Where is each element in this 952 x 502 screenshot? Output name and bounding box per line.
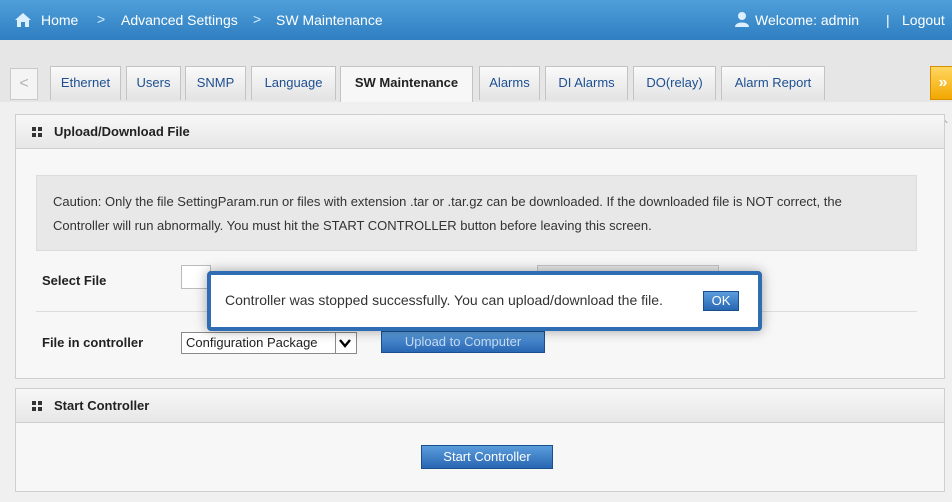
file-type-select-value: Configuration Package <box>186 335 318 350</box>
breadcrumb-sw-maintenance: SW Maintenance <box>276 12 383 28</box>
home-icon[interactable] <box>14 12 32 28</box>
tab-scroll-right-button[interactable]: » <box>930 66 952 100</box>
tab-users[interactable]: Users <box>126 66 181 100</box>
panel-title: Start Controller <box>54 398 150 413</box>
logout-link[interactable]: Logout <box>902 12 945 28</box>
breadcrumb-home[interactable]: Home <box>41 12 78 28</box>
file-in-controller-label: File in controller <box>42 335 144 350</box>
tab-scroll-left-button[interactable]: < <box>10 68 38 100</box>
tab-bar: < Ethernet Users SNMP Language SW Mainte… <box>0 40 952 102</box>
grid-icon <box>32 127 42 137</box>
grid-icon <box>32 401 42 411</box>
caution-message: Caution: Only the file SettingParam.run … <box>36 175 917 251</box>
chevron-down-icon[interactable] <box>335 333 356 353</box>
tab-di-alarms[interactable]: DI Alarms <box>545 66 628 100</box>
breadcrumb-separator: > <box>97 11 106 27</box>
panel-header: Start Controller <box>16 389 944 423</box>
top-header-bar: Home > Advanced Settings > SW Maintenanc… <box>0 0 952 40</box>
tab-snmp[interactable]: SNMP <box>185 66 246 100</box>
welcome-text: Welcome: admin <box>755 12 860 28</box>
tab-do-relay[interactable]: DO(relay) <box>633 66 716 100</box>
user-icon <box>735 12 749 27</box>
tab-sw-maintenance[interactable]: SW Maintenance <box>340 66 473 102</box>
select-file-label: Select File <box>42 273 107 288</box>
file-type-select[interactable]: Configuration Package <box>181 332 357 354</box>
start-controller-button[interactable]: Start Controller <box>421 445 553 469</box>
ok-button[interactable]: OK <box>703 291 739 311</box>
upload-download-panel: Upload/Download File Caution: Only the f… <box>15 114 945 379</box>
start-controller-panel: Start Controller Start Controller <box>15 388 945 492</box>
tab-ethernet[interactable]: Ethernet <box>50 66 121 100</box>
breadcrumb-separator: > <box>253 11 262 27</box>
tab-alarms[interactable]: Alarms <box>479 66 540 100</box>
header-divider: | <box>886 12 890 28</box>
upload-to-computer-button[interactable]: Upload to Computer <box>381 331 545 353</box>
panel-header: Upload/Download File <box>16 115 944 149</box>
dialog-message: Controller was stopped successfully. You… <box>225 292 663 308</box>
status-dialog: Controller was stopped successfully. You… <box>207 271 762 331</box>
tab-language[interactable]: Language <box>251 66 336 100</box>
breadcrumb-advanced-settings[interactable]: Advanced Settings <box>121 12 238 28</box>
tab-alarm-report[interactable]: Alarm Report <box>721 66 825 100</box>
panel-title: Upload/Download File <box>54 124 190 139</box>
